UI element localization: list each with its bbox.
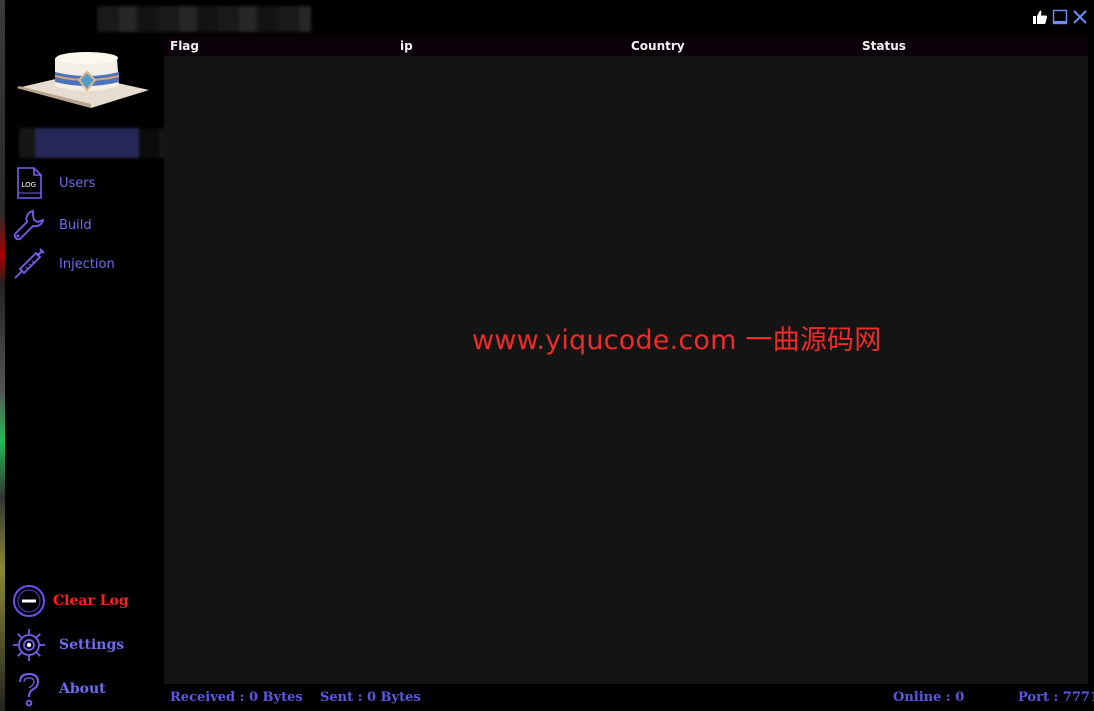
question-mark-icon bbox=[11, 671, 47, 707]
settings-button[interactable]: Settings bbox=[11, 627, 161, 663]
list-header: Flag ip Country Status bbox=[164, 36, 1088, 56]
blurred-window-title bbox=[97, 6, 311, 32]
clients-list[interactable]: www.yiqucode.com 一曲源码网 bbox=[164, 56, 1088, 684]
column-header-ip[interactable]: ip bbox=[400, 39, 413, 53]
nav-build[interactable]: Build bbox=[11, 207, 161, 243]
nav-injection-label: Injection bbox=[59, 256, 115, 272]
minimize-icon[interactable] bbox=[1051, 8, 1068, 25]
nav-injection[interactable]: Injection bbox=[11, 246, 161, 282]
about-button[interactable]: About bbox=[11, 671, 161, 707]
column-header-status[interactable]: Status bbox=[862, 39, 906, 53]
online-count: Online : 0 bbox=[893, 690, 965, 705]
settings-label: Settings bbox=[59, 637, 125, 653]
about-label: About bbox=[59, 681, 106, 697]
nav-users-label: Users bbox=[59, 175, 96, 191]
received-bytes: Received : 0 Bytes bbox=[170, 690, 303, 705]
window-right-edge bbox=[1088, 36, 1094, 711]
clear-log-button[interactable]: Clear Log bbox=[11, 583, 161, 619]
title-bar bbox=[5, 0, 1094, 36]
port-number: Port : 7771 bbox=[1018, 690, 1094, 705]
column-header-country[interactable]: Country bbox=[631, 39, 685, 53]
column-header-flag[interactable]: Flag bbox=[170, 39, 199, 53]
wrench-icon bbox=[11, 207, 47, 243]
nav-build-label: Build bbox=[59, 217, 92, 233]
sidebar: LOG Users Build Injection Clear Log Sett… bbox=[5, 36, 184, 711]
log-file-icon: LOG bbox=[11, 165, 47, 201]
watermark-text: www.yiqucode.com 一曲源码网 bbox=[472, 325, 882, 356]
gear-icon bbox=[11, 627, 47, 663]
svg-text:LOG: LOG bbox=[22, 181, 37, 189]
hat-logo bbox=[15, 46, 151, 108]
sent-bytes: Sent : 0 Bytes bbox=[320, 690, 421, 705]
close-icon[interactable] bbox=[1071, 8, 1088, 25]
status-bar: Received : 0 Bytes Sent : 0 Bytes Online… bbox=[164, 684, 1094, 711]
minus-circle-icon bbox=[11, 583, 47, 619]
nav-users[interactable]: LOG Users bbox=[11, 165, 161, 201]
window-controls bbox=[1031, 8, 1088, 25]
thumbs-up-icon[interactable] bbox=[1031, 8, 1048, 25]
clear-log-label: Clear Log bbox=[53, 593, 129, 609]
syringe-icon bbox=[11, 246, 47, 282]
blurred-username bbox=[19, 128, 184, 158]
